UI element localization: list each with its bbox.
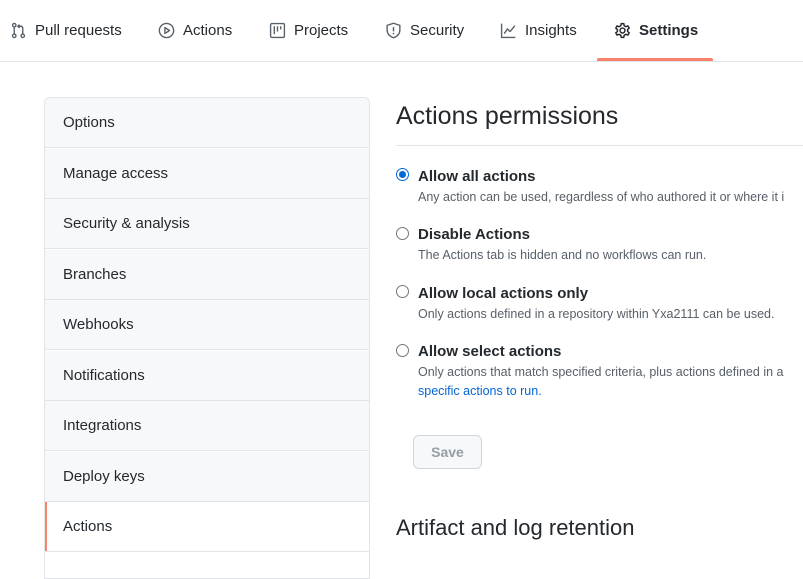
project-board-icon bbox=[269, 22, 286, 39]
tab-insights[interactable]: Insights bbox=[500, 0, 577, 61]
allow-select-actions-description: Only actions that match specified criter… bbox=[418, 365, 784, 379]
save-button[interactable]: Save bbox=[413, 435, 482, 469]
sidebar-item-branches[interactable]: Branches bbox=[45, 250, 369, 300]
tab-security[interactable]: Security bbox=[385, 0, 464, 61]
sidebar-item-label: Integrations bbox=[63, 417, 142, 434]
allow-all-actions-description: Any action can be used, regardless of wh… bbox=[418, 190, 785, 204]
tab-label: Projects bbox=[294, 22, 349, 39]
tab-actions[interactable]: Actions bbox=[158, 0, 232, 61]
allow-all-actions-label[interactable]: Allow all actions bbox=[418, 168, 536, 185]
graph-icon bbox=[500, 23, 516, 39]
repo-tab-nav: Pull requests Actions Projects Security … bbox=[0, 0, 803, 62]
sidebar-item-options[interactable]: Options bbox=[45, 98, 369, 148]
sidebar-item-label: Manage access bbox=[63, 165, 169, 182]
sidebar-item-label: Security & analysis bbox=[63, 215, 190, 232]
allow-local-actions-description: Only actions defined in a repository wit… bbox=[418, 307, 775, 321]
allow-local-actions-radio[interactable] bbox=[396, 285, 409, 298]
tab-settings[interactable]: Settings bbox=[614, 0, 698, 61]
tab-pull-requests[interactable]: Pull requests bbox=[10, 0, 122, 61]
artifact-log-retention-heading: Artifact and log retention bbox=[396, 515, 635, 540]
sidebar-item-label: Options bbox=[63, 114, 115, 131]
sidebar-item-manage-access[interactable]: Manage access bbox=[45, 149, 369, 199]
disable-actions-description: The Actions tab is hidden and no workflo… bbox=[418, 248, 707, 262]
allow-select-actions-radio[interactable] bbox=[396, 344, 409, 357]
sidebar-item-actions[interactable]: Actions bbox=[45, 502, 369, 552]
allow-local-actions-label[interactable]: Allow local actions only bbox=[418, 285, 588, 302]
tab-label: Insights bbox=[525, 22, 577, 39]
sidebar-item-notifications[interactable]: Notifications bbox=[45, 351, 369, 401]
shield-icon bbox=[386, 22, 401, 39]
sidebar-item-label: Deploy keys bbox=[63, 468, 145, 485]
play-icon bbox=[158, 22, 175, 39]
allow-all-actions-radio[interactable] bbox=[396, 168, 409, 181]
git-pull-request-icon bbox=[11, 22, 26, 39]
gear-icon bbox=[615, 22, 630, 39]
tab-label: Settings bbox=[639, 22, 699, 39]
sidebar-item-label: Actions bbox=[63, 518, 113, 535]
sidebar-item-webhooks[interactable]: Webhooks bbox=[45, 300, 369, 350]
sidebar-item-security-analysis[interactable]: Security & analysis bbox=[45, 199, 369, 249]
tab-label: Security bbox=[410, 22, 465, 39]
sidebar-item-label: Webhooks bbox=[63, 316, 134, 333]
tab-label: Actions bbox=[183, 22, 233, 39]
disable-actions-label[interactable]: Disable Actions bbox=[418, 226, 530, 243]
title-divider bbox=[396, 145, 803, 146]
settings-sidebar: Options Manage access Security & analysi… bbox=[44, 97, 370, 579]
allow-select-actions-label[interactable]: Allow select actions bbox=[418, 343, 561, 360]
tab-projects[interactable]: Projects bbox=[269, 0, 348, 61]
page-title: Actions permissions bbox=[396, 102, 619, 130]
sidebar-item-integrations[interactable]: Integrations bbox=[45, 401, 369, 451]
tab-label: Pull requests bbox=[35, 22, 122, 39]
selected-tab-underline bbox=[597, 58, 713, 61]
sidebar-item-label: Branches bbox=[63, 266, 127, 283]
sidebar-item-deploy-keys[interactable]: Deploy keys bbox=[45, 452, 369, 502]
specific-actions-link[interactable]: specific actions to run. bbox=[418, 384, 542, 398]
sidebar-item-label: Notifications bbox=[63, 367, 145, 384]
disable-actions-radio[interactable] bbox=[396, 227, 409, 240]
